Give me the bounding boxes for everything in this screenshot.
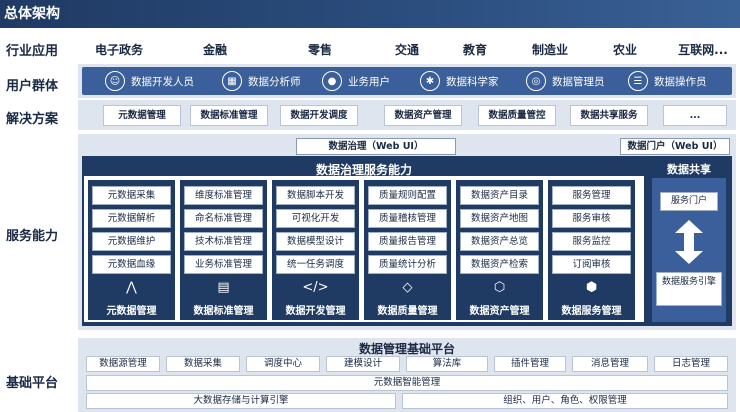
- user-group-developer: ☺ 数据开发人员: [105, 71, 194, 91]
- industry-item: 农业: [612, 43, 637, 57]
- service-column-title: 元数据管理: [106, 306, 157, 317]
- industry-item: 制造业: [531, 43, 568, 57]
- base-module: 数据源管理: [86, 356, 160, 372]
- service-column-title: 数据开发管理: [285, 306, 346, 317]
- user-icon: ●: [322, 71, 342, 91]
- user-group-label: 数据操作员: [654, 75, 707, 88]
- solution-item: 数据标准管理: [190, 105, 268, 126]
- service-cell: 可视化开发: [276, 209, 355, 228]
- solution-item: ...: [663, 105, 727, 126]
- share-title: 数据共享: [667, 163, 711, 176]
- service-column-title: 数据质量管理: [377, 306, 438, 317]
- service-cell: 质量统计分析: [368, 255, 447, 274]
- base-module: 建模设计: [326, 356, 400, 372]
- service-cell: 元数据解析: [92, 209, 171, 228]
- service-cell: 维度标准管理: [184, 186, 263, 205]
- service-cell: 服务监控: [552, 232, 631, 251]
- developer-icon: ☺: [105, 71, 125, 91]
- industry-item: 金融: [202, 43, 227, 57]
- asset-icon: ⬡: [493, 280, 506, 295]
- industry-item: 零售: [307, 43, 332, 57]
- webui-portal: 数据门户（Web UI）: [620, 138, 730, 155]
- service-cell: 数据模型设计: [276, 232, 355, 251]
- service-cell: 订阅审核: [552, 255, 631, 274]
- row-label-solutions: 解决方案: [6, 112, 59, 127]
- share-portal: 服务门户: [660, 192, 718, 211]
- service-cell: 数据资产总览: [460, 232, 539, 251]
- admin-icon: ◎: [526, 71, 546, 91]
- row-label-services: 服务能力: [6, 229, 59, 244]
- solution-item: 数据共享服务: [570, 105, 648, 126]
- service-cell: 服务审核: [552, 209, 631, 228]
- solution-item: 数据开发调度: [280, 105, 358, 126]
- code-icon: </>: [302, 280, 329, 295]
- user-group-label: 数据开发人员: [131, 75, 194, 88]
- industry-item: 电子政务: [94, 43, 143, 57]
- service-cell: 数据资产目录: [460, 186, 539, 205]
- service-cell: 质量报告管理: [368, 232, 447, 251]
- service-cell: 服务管理: [552, 186, 631, 205]
- user-group-label: 业务用户: [348, 75, 390, 88]
- service-icon: ⬢: [585, 280, 598, 295]
- double-arrow-icon: [672, 220, 706, 264]
- row-label-base: 基础平台: [6, 376, 59, 391]
- user-group-label: 数据科学家: [446, 75, 499, 88]
- user-group-scientist: ✱ 数据科学家: [420, 71, 499, 91]
- service-cell: 元数据血缘: [92, 255, 171, 274]
- standard-icon: ▤: [217, 280, 230, 295]
- base-module: 消息管理: [572, 356, 648, 372]
- industry-item: 互联网...: [678, 43, 728, 57]
- storage-bar: 大数据存储与计算引擎: [86, 393, 396, 409]
- share-engine: 数据服务引擎: [656, 272, 722, 306]
- webui-governance: 数据治理（Web UI）: [296, 138, 456, 155]
- service-column-title: 数据标准管理: [193, 306, 254, 317]
- service-cell: 统一任务调度: [276, 255, 355, 274]
- user-group-analyst: ▦ 数据分析师: [222, 71, 301, 91]
- analyst-icon: ▦: [222, 71, 242, 91]
- service-cell: 数据脚本开发: [276, 186, 355, 205]
- org-bar: 组织、用户、角色、权限管理: [402, 393, 728, 409]
- service-cell: 元数据采集: [92, 186, 171, 205]
- service-cell: 命名标准管理: [184, 209, 263, 228]
- service-cell: 数据资产地图: [460, 209, 539, 228]
- service-cell: 质量稽核管理: [368, 209, 447, 228]
- governance-title: 数据治理服务能力: [315, 163, 412, 177]
- base-module: 日志管理: [654, 356, 728, 372]
- service-cell: 数据资产检索: [460, 255, 539, 274]
- service-cell: 技术标准管理: [184, 232, 263, 251]
- industry-item: 交通: [394, 43, 419, 57]
- lineage-icon: ⋀: [126, 280, 137, 295]
- service-column-title: 数据资产管理: [469, 306, 530, 317]
- solution-item: 数据资产管理: [384, 105, 462, 126]
- user-group-label: 数据分析师: [248, 75, 301, 88]
- row-label-industry: 行业应用: [6, 44, 59, 59]
- scientist-icon: ✱: [420, 71, 440, 91]
- base-module: 调度中心: [246, 356, 320, 372]
- base-module: 算法库: [406, 356, 488, 372]
- base-module: 数据采集: [166, 356, 240, 372]
- user-group-label: 数据管理员: [552, 75, 605, 88]
- service-cell: 业务标准管理: [184, 255, 263, 274]
- service-cell: 元数据维护: [92, 232, 171, 251]
- metadata-bar: 元数据智能管理: [86, 375, 728, 391]
- operator-icon: ☰: [628, 71, 648, 91]
- user-group-operator: ☰ 数据操作员: [628, 71, 707, 91]
- page-title: 总体架构: [0, 0, 740, 28]
- diamond-icon: ◇: [402, 280, 413, 295]
- base-module: 插件管理: [494, 356, 566, 372]
- solution-item: 元数据管理: [103, 105, 181, 126]
- base-title: 数据管理基础平台: [358, 342, 455, 356]
- row-label-users: 用户群体: [6, 79, 59, 94]
- user-group-admin: ◎ 数据管理员: [526, 71, 605, 91]
- service-cell: 质量规则配置: [368, 186, 447, 205]
- solution-item: 数据质量管控: [478, 105, 556, 126]
- user-group-business: ● 业务用户: [322, 71, 390, 91]
- service-column-title: 数据服务管理: [561, 306, 622, 317]
- industry-item: 教育: [462, 43, 487, 57]
